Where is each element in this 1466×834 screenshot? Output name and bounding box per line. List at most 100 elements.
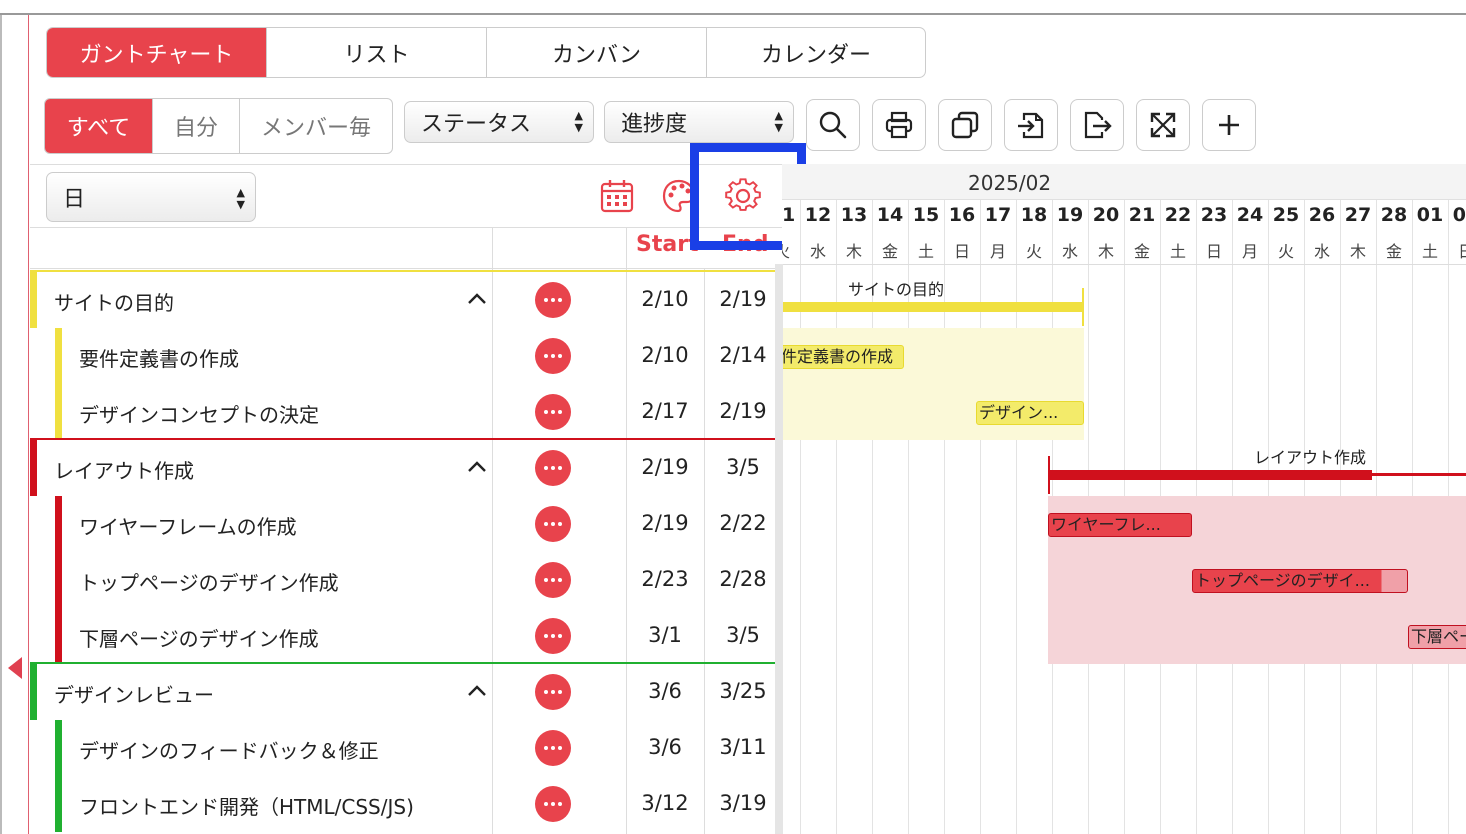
task-end-date[interactable]: 3/5	[705, 455, 781, 479]
task-start-date[interactable]: 2/10	[627, 343, 703, 367]
more-options-icon[interactable]	[535, 282, 571, 318]
task-row[interactable]: 下層ページのデザイン作成 3/1 3/5	[30, 608, 778, 664]
day-number: 02	[1452, 204, 1466, 226]
tab-calendar[interactable]: カレンダー	[707, 28, 925, 77]
task-row[interactable]: トップページのデザイン作成 2/23 2/28	[30, 552, 778, 608]
task-list-scrollbar[interactable]	[775, 264, 783, 834]
gantt-group-label: レイアウト作成	[1254, 448, 1367, 467]
task-end-date[interactable]: 2/28	[705, 567, 781, 591]
search-button[interactable]	[806, 99, 860, 151]
task-row[interactable]: 要件定義書の作成 2/10 2/14	[30, 328, 778, 384]
more-options-icon[interactable]	[535, 394, 571, 430]
day-column	[980, 200, 1016, 834]
gantt-task-bar[interactable]: 件定義書の作成	[782, 345, 904, 369]
more-options-icon[interactable]	[535, 450, 571, 486]
zoom-select[interactable]: 日 ▲ ▼	[46, 172, 256, 222]
import-icon	[1018, 112, 1044, 139]
export-icon	[1084, 111, 1112, 139]
day-number: 22	[1164, 204, 1192, 226]
group-top-border	[30, 270, 778, 272]
day-column	[1016, 200, 1052, 834]
task-start-date[interactable]: 3/6	[627, 679, 703, 703]
gantt-task-bar[interactable]: 下層ペー	[1408, 625, 1466, 649]
expand-icon	[1150, 112, 1176, 138]
print-button[interactable]	[872, 99, 926, 151]
task-name[interactable]: 下層ページのデザイン作成	[79, 623, 319, 652]
select-arrows-icon: ▲ ▼	[236, 186, 245, 211]
task-end-date[interactable]: 2/22	[705, 511, 781, 535]
filter-mine[interactable]: 自分	[153, 99, 240, 153]
gantt-chart[interactable]: 2025/02 11火12水13木14金15土16日17月18火19水20木21…	[782, 164, 1466, 834]
task-start-date[interactable]: 2/10	[627, 287, 703, 311]
task-group-row[interactable]: レイアウト作成 2/19 3/5	[30, 438, 781, 496]
gantt-task-bar[interactable]: ワイヤーフレ...	[1048, 513, 1192, 537]
status-select[interactable]: ステータス ▲ ▼	[404, 101, 594, 143]
task-start-date[interactable]: 3/6	[627, 735, 703, 759]
task-row[interactable]: フロントエンド開発（HTML/CSS/JS) 3/12 3/19	[30, 776, 778, 832]
gantt-task-bar[interactable]: デザイン...	[976, 401, 1084, 425]
task-end-date[interactable]: 2/19	[705, 399, 781, 423]
copy-button[interactable]	[938, 99, 992, 151]
chevron-up-icon[interactable]	[466, 456, 488, 478]
more-options-icon[interactable]	[535, 730, 571, 766]
task-end-date[interactable]: 3/19	[705, 791, 781, 815]
task-row[interactable]: デザインのフィードバック＆修正 3/6 3/11	[30, 720, 778, 776]
progress-select[interactable]: 進捗度 ▲ ▼	[604, 101, 794, 143]
task-group-row[interactable]: デザインレビュー 3/6 3/25	[30, 662, 781, 720]
task-start-date[interactable]: 2/17	[627, 399, 703, 423]
task-name[interactable]: ワイヤーフレームの作成	[79, 511, 297, 540]
day-number: 14	[876, 204, 904, 226]
task-start-date[interactable]: 2/19	[627, 455, 703, 479]
day-weekday: 金	[881, 242, 898, 261]
task-start-date[interactable]: 2/19	[627, 511, 703, 535]
task-name[interactable]: フロントエンド開発（HTML/CSS/JS)	[79, 791, 414, 820]
fullscreen-button[interactable]	[1136, 99, 1190, 151]
panel-top-divider	[30, 164, 782, 165]
chevron-up-icon[interactable]	[466, 288, 488, 310]
gantt-group-bar[interactable]	[782, 302, 1084, 312]
task-color-bar	[55, 608, 62, 664]
task-name[interactable]: トップページのデザイン作成	[79, 567, 339, 596]
task-end-date[interactable]: 3/5	[705, 623, 781, 647]
gantt-task-bar[interactable]: トップページのデザイ...	[1192, 569, 1408, 593]
more-options-icon[interactable]	[535, 618, 571, 654]
more-options-icon[interactable]	[535, 674, 571, 710]
task-start-date[interactable]: 3/12	[627, 791, 703, 815]
task-end-date[interactable]: 2/19	[705, 287, 781, 311]
task-start-date[interactable]: 2/23	[627, 567, 703, 591]
import-button[interactable]	[1004, 99, 1058, 151]
task-group-row[interactable]: サイトの目的 2/10 2/19	[30, 270, 781, 328]
gantt-group-bar[interactable]	[1048, 470, 1372, 480]
task-name[interactable]: デザインのフィードバック＆修正	[79, 735, 379, 764]
task-name[interactable]: 要件定義書の作成	[79, 343, 239, 372]
chevron-up-icon[interactable]	[466, 680, 488, 702]
task-name[interactable]: レイアウト作成	[54, 455, 194, 484]
task-name[interactable]: サイトの目的	[54, 287, 174, 316]
tab-gantt[interactable]: ガントチャート	[47, 28, 267, 77]
task-start-date[interactable]: 3/1	[627, 623, 703, 647]
task-end-date[interactable]: 2/14	[705, 343, 781, 367]
task-name[interactable]: デザインレビュー	[54, 679, 214, 708]
add-task-button[interactable]	[1202, 99, 1256, 151]
task-end-date[interactable]: 3/11	[705, 735, 781, 759]
more-options-icon[interactable]	[535, 338, 571, 374]
tab-list[interactable]: リスト	[267, 28, 487, 77]
export-button[interactable]	[1070, 99, 1124, 151]
day-number: 16	[948, 204, 976, 226]
more-options-icon[interactable]	[535, 786, 571, 822]
calendar-button[interactable]	[598, 176, 636, 216]
filter-all[interactable]: すべて	[45, 99, 153, 153]
task-end-date[interactable]: 3/25	[705, 679, 781, 703]
day-column	[782, 200, 800, 834]
panel-left-border	[28, 15, 29, 834]
task-name[interactable]: デザインコンセプトの決定	[79, 399, 319, 428]
day-number: 01	[1416, 204, 1444, 226]
more-options-icon[interactable]	[535, 562, 571, 598]
more-options-icon[interactable]	[535, 506, 571, 542]
task-row[interactable]: デザインコンセプトの決定 2/17 2/19	[30, 384, 778, 440]
filter-per-member[interactable]: メンバー毎	[240, 99, 392, 153]
task-row[interactable]: ワイヤーフレームの作成 2/19 2/22	[30, 496, 778, 552]
day-weekday: 土	[917, 242, 934, 261]
collapse-panel-icon[interactable]	[8, 657, 22, 679]
tab-kanban[interactable]: カンバン	[487, 28, 707, 77]
